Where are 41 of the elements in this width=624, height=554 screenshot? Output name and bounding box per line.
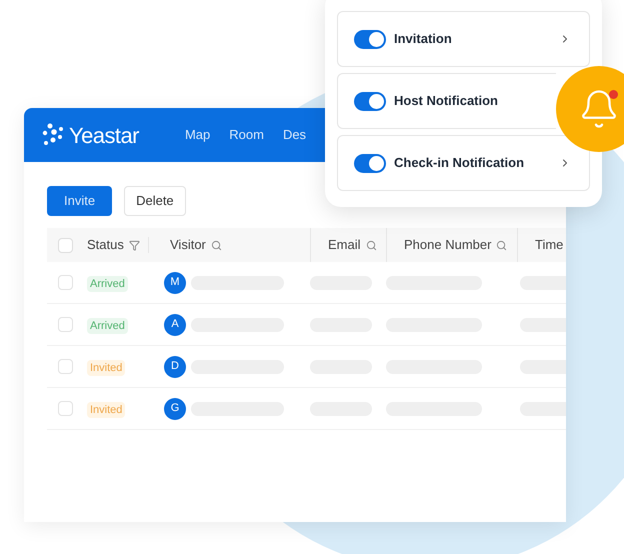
column-header: Phone Number [404,236,492,254]
setting-label: Check-in Notification [394,154,524,172]
checkbox[interactable] [58,238,73,252]
avatar: G [164,398,186,420]
logo-icon [42,123,66,147]
status-tag: Invited [87,402,126,418]
placeholder-bar [520,318,566,332]
search-icon[interactable] [496,240,508,250]
setting-label: Host Notification [394,92,498,110]
placeholder-bar [520,276,566,290]
status-tag: Arrived [87,276,128,292]
toggle-switch[interactable] [354,92,386,110]
nav-link[interactable]: Map [184,125,210,145]
toggle-switch[interactable] [354,30,386,48]
nav-link[interactable]: Room [229,125,264,145]
placeholder-bar [520,402,566,416]
action-button[interactable]: Delete [124,186,186,216]
checkbox[interactable] [58,275,73,290]
status-tag: Invited [87,360,126,376]
search-icon[interactable] [366,240,377,250]
column-header: Email [328,236,361,254]
column-header: Visitor [170,236,206,254]
column-header: Status [87,236,124,254]
column-header: Time [535,236,564,254]
avatar: A [164,314,186,336]
search-icon[interactable] [210,240,222,250]
setting-row[interactable]: Host Notification [337,73,556,129]
setting-label: Invitation [394,30,452,48]
checkbox[interactable] [58,401,73,416]
placeholder-bar [520,360,566,374]
nav-link[interactable]: Des [282,125,306,145]
logo-text: Yeastar [69,122,139,150]
filter-icon[interactable] [128,240,140,250]
checkbox[interactable] [58,359,73,374]
avatar: M [164,272,186,294]
avatar: D [164,356,186,378]
setting-row[interactable]: Invitation [337,11,590,67]
status-tag: Arrived [87,318,128,334]
checkbox[interactable] [58,317,73,332]
action-button[interactable]: Invite [47,186,112,216]
toggle-switch[interactable] [354,154,386,172]
